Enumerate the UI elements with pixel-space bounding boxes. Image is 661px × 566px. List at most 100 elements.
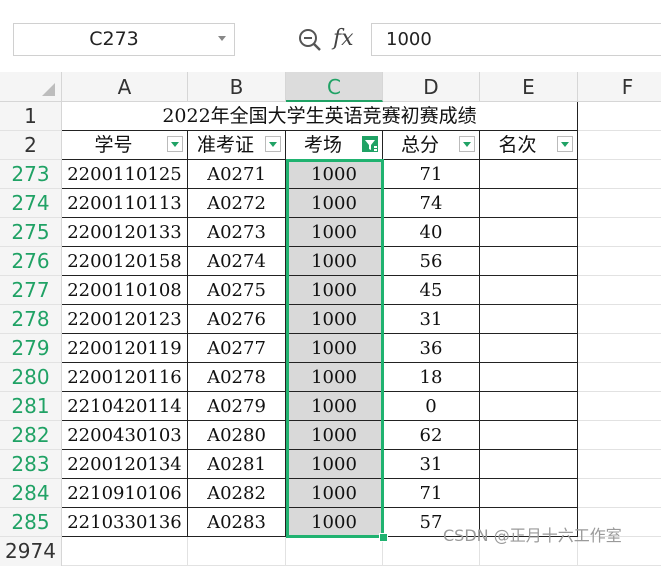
row-header[interactable]: 279: [0, 334, 62, 363]
cell-student-id[interactable]: 2210330136: [62, 508, 188, 537]
cell-room[interactable]: 1000: [286, 508, 383, 537]
row-header[interactable]: 281: [0, 392, 62, 421]
cell-rank[interactable]: [480, 421, 578, 450]
cell[interactable]: [578, 450, 661, 479]
header-student-id[interactable]: 学号: [62, 131, 188, 160]
cell-ticket[interactable]: A0277: [188, 334, 286, 363]
cell-room[interactable]: 1000: [286, 276, 383, 305]
cell[interactable]: [578, 334, 661, 363]
cell-room[interactable]: 1000: [286, 305, 383, 334]
cell-room[interactable]: 1000: [286, 334, 383, 363]
row-header[interactable]: 283: [0, 450, 62, 479]
fx-icon[interactable]: fx: [333, 24, 363, 54]
zoom-icon[interactable]: [297, 27, 323, 53]
cell-ticket[interactable]: A0279: [188, 392, 286, 421]
cell-student-id[interactable]: 2200430103: [62, 421, 188, 450]
title-cell[interactable]: 2022年全国大学生英语竞赛初赛成绩: [62, 102, 578, 131]
filter-dropdown-icon[interactable]: [459, 136, 475, 152]
cell-student-id[interactable]: 2200110125: [62, 160, 188, 189]
cell[interactable]: [578, 276, 661, 305]
name-box[interactable]: C273: [13, 23, 235, 56]
cell-score[interactable]: 36: [383, 334, 480, 363]
chevron-down-icon[interactable]: [218, 36, 226, 41]
column-header-d[interactable]: D: [383, 72, 480, 102]
filter-dropdown-icon[interactable]: [265, 136, 281, 152]
column-header-b[interactable]: B: [188, 72, 286, 102]
cell-ticket[interactable]: A0271: [188, 160, 286, 189]
row-header[interactable]: 284: [0, 479, 62, 508]
cell-ticket[interactable]: A0272: [188, 189, 286, 218]
row-header[interactable]: 278: [0, 305, 62, 334]
cell-student-id[interactable]: 2210420114: [62, 392, 188, 421]
column-header-e[interactable]: E: [480, 72, 578, 102]
cell-room[interactable]: 1000: [286, 247, 383, 276]
cell-ticket[interactable]: A0283: [188, 508, 286, 537]
cell-score[interactable]: 31: [383, 305, 480, 334]
cell-ticket[interactable]: A0273: [188, 218, 286, 247]
cell-ticket[interactable]: A0281: [188, 450, 286, 479]
cell-ticket[interactable]: A0274: [188, 247, 286, 276]
cell-room[interactable]: 1000: [286, 363, 383, 392]
select-all-corner[interactable]: [0, 72, 62, 102]
cell-room[interactable]: 1000: [286, 160, 383, 189]
row-header[interactable]: 282: [0, 421, 62, 450]
cell-ticket[interactable]: A0280: [188, 421, 286, 450]
cell-rank[interactable]: [480, 392, 578, 421]
row-header[interactable]: 275: [0, 218, 62, 247]
fill-handle[interactable]: [379, 533, 388, 542]
cell-ticket[interactable]: A0282: [188, 479, 286, 508]
cell-rank[interactable]: [480, 305, 578, 334]
cell-rank[interactable]: [480, 247, 578, 276]
cell-rank[interactable]: [480, 218, 578, 247]
column-header-f[interactable]: F: [578, 72, 661, 102]
row-header[interactable]: 285: [0, 508, 62, 537]
cell-rank[interactable]: [480, 450, 578, 479]
cell-room[interactable]: 1000: [286, 189, 383, 218]
cell[interactable]: [578, 131, 661, 160]
cell-score[interactable]: 40: [383, 218, 480, 247]
cell-ticket[interactable]: A0276: [188, 305, 286, 334]
cell-score[interactable]: 31: [383, 450, 480, 479]
cell-room[interactable]: 1000: [286, 421, 383, 450]
cell-score[interactable]: 74: [383, 189, 480, 218]
column-header-c[interactable]: C: [286, 72, 383, 102]
cell[interactable]: [578, 189, 661, 218]
cell-rank[interactable]: [480, 276, 578, 305]
cell-room[interactable]: 1000: [286, 450, 383, 479]
row-header[interactable]: 273: [0, 160, 62, 189]
filter-dropdown-icon[interactable]: [557, 136, 573, 152]
cell-room[interactable]: 1000: [286, 392, 383, 421]
header-rank[interactable]: 名次: [480, 131, 578, 160]
cell-score[interactable]: 62: [383, 421, 480, 450]
header-score[interactable]: 总分: [383, 131, 480, 160]
cell-student-id[interactable]: 2210910106: [62, 479, 188, 508]
row-header-1[interactable]: 1: [0, 102, 62, 131]
cell-rank[interactable]: [480, 479, 578, 508]
cell-score[interactable]: 45: [383, 276, 480, 305]
cell[interactable]: [578, 479, 661, 508]
cell-student-id[interactable]: 2200120119: [62, 334, 188, 363]
cell-student-id[interactable]: 2200120133: [62, 218, 188, 247]
cell[interactable]: [578, 247, 661, 276]
cell-rank[interactable]: [480, 160, 578, 189]
cell-score[interactable]: 71: [383, 479, 480, 508]
formula-input[interactable]: 1000: [371, 23, 661, 56]
cell-ticket[interactable]: A0275: [188, 276, 286, 305]
row-header[interactable]: 276: [0, 247, 62, 276]
cell-room[interactable]: 1000: [286, 218, 383, 247]
cell-student-id[interactable]: 2200120134: [62, 450, 188, 479]
cell-score[interactable]: 18: [383, 363, 480, 392]
cell[interactable]: [578, 160, 661, 189]
cell-rank[interactable]: [480, 334, 578, 363]
cell-rank[interactable]: [480, 189, 578, 218]
row-header[interactable]: 274: [0, 189, 62, 218]
cell-student-id[interactable]: 2200120116: [62, 363, 188, 392]
cell[interactable]: [578, 363, 661, 392]
row-header[interactable]: 277: [0, 276, 62, 305]
cell-score[interactable]: 0: [383, 392, 480, 421]
row-header-2[interactable]: 2: [0, 131, 62, 160]
cell[interactable]: [578, 305, 661, 334]
cell-student-id[interactable]: 2200110108: [62, 276, 188, 305]
cell-score[interactable]: 71: [383, 160, 480, 189]
cell-student-id[interactable]: 2200120123: [62, 305, 188, 334]
